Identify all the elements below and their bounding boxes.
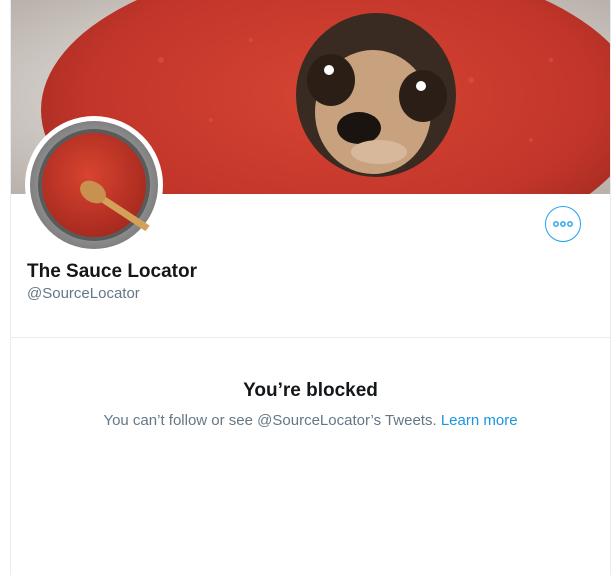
divider bbox=[11, 337, 610, 338]
avatar[interactable] bbox=[25, 116, 163, 254]
blocked-notice: You’re blocked You can’t follow or see @… bbox=[11, 379, 610, 431]
profile-handle: @SourceLocator bbox=[27, 285, 140, 302]
more-options-button[interactable] bbox=[545, 206, 581, 242]
blocked-title: You’re blocked bbox=[243, 380, 378, 401]
blocked-message: You can’t follow or see @SourceLocator’s… bbox=[103, 412, 437, 429]
avatar-image bbox=[30, 121, 158, 249]
blocked-message-line: You can’t follow or see @SourceLocator’s… bbox=[11, 411, 610, 431]
profile-panel: The Sauce Locator @SourceLocator You’re … bbox=[10, 0, 611, 575]
profile-display-name: The Sauce Locator bbox=[27, 261, 197, 282]
dog-face bbox=[296, 13, 456, 177]
learn-more-link[interactable]: Learn more bbox=[441, 412, 518, 429]
more-dots-icon bbox=[553, 221, 573, 227]
